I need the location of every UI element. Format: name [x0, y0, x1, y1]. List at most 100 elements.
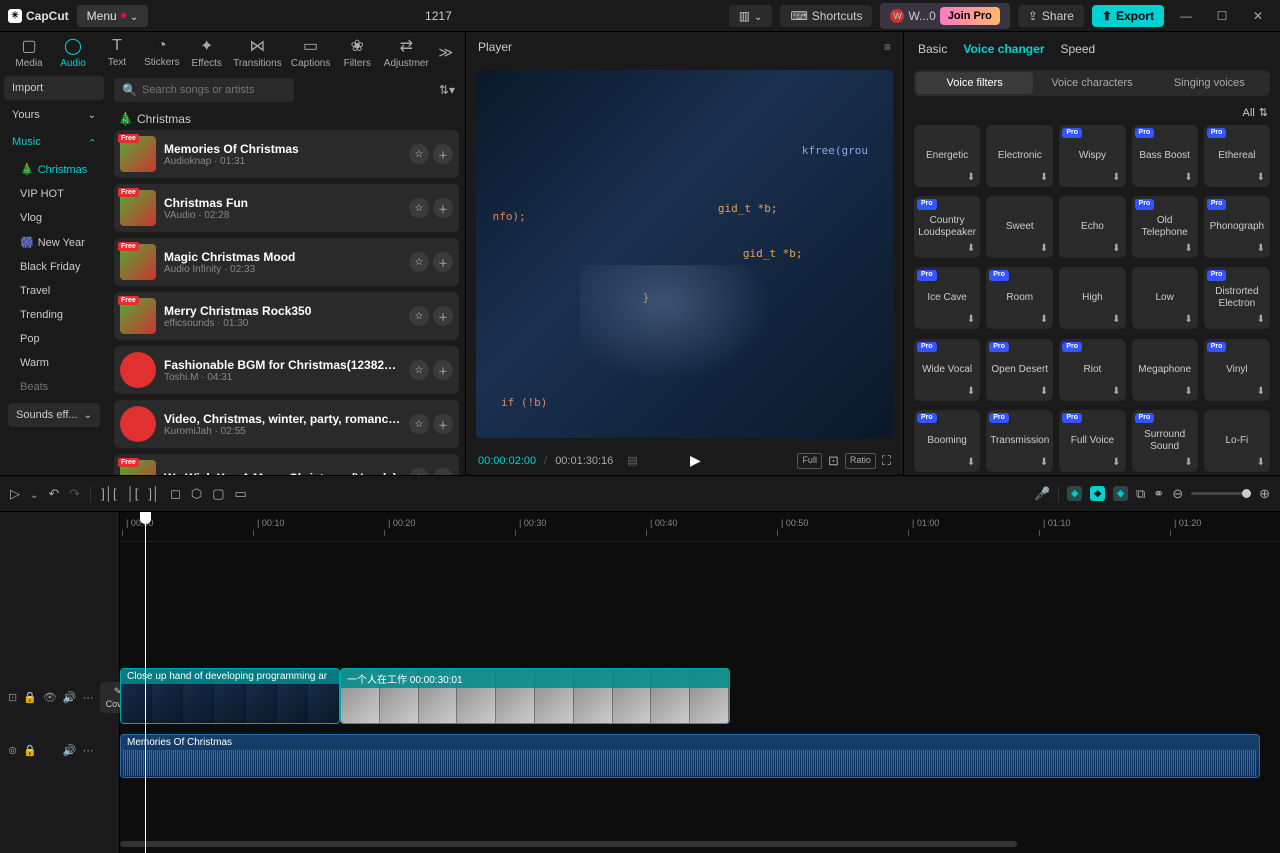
voice-filter-transmission[interactable]: ProTransmission⬇ — [986, 410, 1053, 472]
add-icon[interactable]: ＋ — [433, 468, 453, 475]
mute-icon[interactable]: 🔊 — [63, 744, 77, 757]
voice-filter-riot[interactable]: ProRiot⬇ — [1059, 339, 1125, 401]
minimize-button[interactable]: — — [1172, 9, 1200, 23]
layout-button[interactable]: ▥ — [729, 5, 773, 27]
voice-filter-low[interactable]: Low⬇ — [1132, 267, 1198, 329]
compare-icon[interactable]: ▤ — [627, 454, 637, 467]
sidebar-item-beats[interactable]: Beats — [4, 375, 104, 399]
audio-clip[interactable]: Memories Of Christmas — [120, 734, 1260, 778]
sidebar-item-travel[interactable]: Travel — [4, 279, 104, 303]
video-clip-2[interactable]: 一个人在工作 00:00:30:01 — [340, 668, 730, 724]
playhead[interactable] — [145, 512, 146, 853]
panel-tab-speed[interactable]: Speed — [1060, 42, 1095, 56]
voice-filter-electronic[interactable]: Electronic⬇ — [986, 125, 1053, 187]
sounds-effects-dropdown[interactable]: Sounds eff... — [8, 403, 100, 427]
sidebar-item-trending[interactable]: Trending — [4, 303, 104, 327]
player-menu-icon[interactable]: ≡ — [884, 40, 891, 54]
snap-toggle-3[interactable]: ◈ — [1113, 486, 1128, 501]
favorite-icon[interactable]: ☆ — [409, 252, 429, 272]
pointer-tool[interactable]: ▷ — [10, 486, 20, 502]
trim-right-tool[interactable]: ]│ — [148, 486, 160, 501]
eye-icon[interactable]: 👁 — [43, 691, 57, 704]
sidebar-item-new-year[interactable]: 🎆New Year — [4, 230, 104, 255]
tab-text[interactable]: TText — [96, 35, 138, 70]
add-icon[interactable]: ＋ — [433, 414, 453, 434]
video-clip-1[interactable]: Close up hand of developing programming … — [120, 668, 340, 724]
voice-filter-wide-vocal[interactable]: ProWide Vocal⬇ — [914, 339, 980, 401]
snap-toggle-1[interactable]: ◈ — [1067, 486, 1082, 501]
favorite-icon[interactable]: ☆ — [409, 306, 429, 326]
search-input[interactable] — [114, 78, 294, 102]
voice-filter-vinyl[interactable]: ProVinyl⬇ — [1204, 339, 1270, 401]
voice-filter-surround-sound[interactable]: ProSurround Sound⬇ — [1132, 410, 1198, 472]
voice-filter-booming[interactable]: ProBooming⬇ — [914, 410, 980, 472]
trim-left-tool[interactable]: │[ — [127, 486, 139, 501]
lock-icon[interactable]: 🔒 — [23, 744, 37, 757]
tab-effects[interactable]: ✦Effects — [186, 34, 228, 71]
import-button[interactable]: Import — [4, 76, 104, 100]
favorite-icon[interactable]: ☆ — [409, 360, 429, 380]
filter-settings-icon[interactable]: ⇅ — [1259, 106, 1268, 119]
marker-tool[interactable]: ⬡ — [191, 486, 202, 502]
player-badge-2[interactable]: Ratio — [845, 453, 876, 469]
song-item[interactable]: FreeMemories Of ChristmasAudioknap · 01:… — [114, 130, 459, 178]
caption-tool[interactable]: ▭ — [235, 486, 247, 502]
sidebar-item-vip-hot[interactable]: VIP HOT — [4, 182, 104, 206]
favorite-icon[interactable]: ☆ — [409, 144, 429, 164]
voice-filter-high[interactable]: High⬇ — [1059, 267, 1125, 329]
undo-button[interactable]: ↶ — [48, 486, 59, 502]
tab-filters[interactable]: ❀Filters — [336, 34, 378, 71]
split-tool[interactable]: ]│[ — [101, 486, 116, 501]
voice-filter-megaphone[interactable]: Megaphone⬇ — [1132, 339, 1198, 401]
shortcuts-button[interactable]: ⌨ Shortcuts — [780, 5, 872, 27]
crop-tool[interactable]: ◻ — [170, 486, 181, 502]
voice-filter-energetic[interactable]: Energetic⬇ — [914, 125, 980, 187]
tab-transitions[interactable]: ⋈Transitions — [230, 34, 285, 71]
voice-filter-ethereal[interactable]: ProEthereal⬇ — [1204, 125, 1270, 187]
mic-button[interactable]: 🎤 — [1034, 486, 1050, 502]
zoom-in-button[interactable]: ⊕ — [1259, 486, 1270, 502]
lock-icon[interactable]: 🔒 — [23, 691, 37, 704]
snap-toggle-2[interactable]: ◈ — [1090, 486, 1105, 501]
voice-filter-ice-cave[interactable]: ProIce Cave⬇ — [914, 267, 980, 329]
zoom-slider[interactable] — [1191, 492, 1251, 495]
song-item[interactable]: FreeMagic Christmas MoodAudio Infinity ·… — [114, 238, 459, 286]
panel-tab-basic[interactable]: Basic — [918, 42, 947, 56]
favorite-icon[interactable]: ☆ — [409, 198, 429, 218]
audio-settings-icon[interactable]: ⊚ — [8, 744, 17, 757]
voice-filter-bass-boost[interactable]: ProBass Boost⬇ — [1132, 125, 1198, 187]
favorite-icon[interactable]: ☆ — [409, 414, 429, 434]
sidebar-item-pop[interactable]: Pop — [4, 327, 104, 351]
export-button[interactable]: ⬆ Export — [1092, 5, 1164, 27]
player-badge-1[interactable]: ⊡ — [828, 453, 839, 469]
user-badge[interactable]: W W...0 Join Pro — [880, 3, 1009, 29]
tab-media[interactable]: ▢Media — [8, 34, 50, 71]
tab-adjustmer[interactable]: ⇄Adjustmer — [380, 34, 432, 71]
add-icon[interactable]: ＋ — [433, 144, 453, 164]
magnet-tool[interactable]: ⧉ — [1136, 486, 1145, 502]
voice-filter-old-telephone[interactable]: ProOld Telephone⬇ — [1132, 196, 1198, 258]
all-filter-button[interactable]: All — [1243, 107, 1255, 119]
voice-filter-sweet[interactable]: Sweet⬇ — [986, 196, 1053, 258]
segment-voice-filters[interactable]: Voice filters — [916, 72, 1033, 94]
song-item[interactable]: Fashionable BGM for Christmas(1238227)To… — [114, 346, 459, 394]
zoom-out-button[interactable]: ⊖ — [1172, 486, 1183, 502]
menu-button[interactable]: Menu — [77, 5, 148, 27]
more-icon[interactable]: ⋯ — [83, 691, 94, 704]
voice-filter-country-loudspeaker[interactable]: ProCountry Loudspeaker⬇ — [914, 196, 980, 258]
more-icon[interactable]: ⋯ — [83, 744, 94, 757]
segment-voice-characters[interactable]: Voice characters — [1033, 72, 1150, 94]
voice-filter-phonograph[interactable]: ProPhonograph⬇ — [1204, 196, 1270, 258]
pointer-dropdown[interactable] — [30, 486, 38, 501]
song-item[interactable]: FreeWe Wish You A Merry Christmas (Vocal… — [114, 454, 459, 475]
add-icon[interactable]: ＋ — [433, 198, 453, 218]
horizontal-scrollbar[interactable] — [120, 841, 1270, 849]
song-item[interactable]: Video, Christmas, winter, party, romance… — [114, 400, 459, 448]
maximize-button[interactable]: ☐ — [1208, 9, 1236, 23]
voice-filter-open-desert[interactable]: ProOpen Desert⬇ — [986, 339, 1053, 401]
add-icon[interactable]: ＋ — [433, 360, 453, 380]
song-item[interactable]: FreeChristmas FunVAudio · 02:28☆＋ — [114, 184, 459, 232]
sidebar-item-warm[interactable]: Warm — [4, 351, 104, 375]
play-button[interactable]: ▶ — [690, 452, 701, 469]
voice-filter-echo[interactable]: Echo⬇ — [1059, 196, 1125, 258]
